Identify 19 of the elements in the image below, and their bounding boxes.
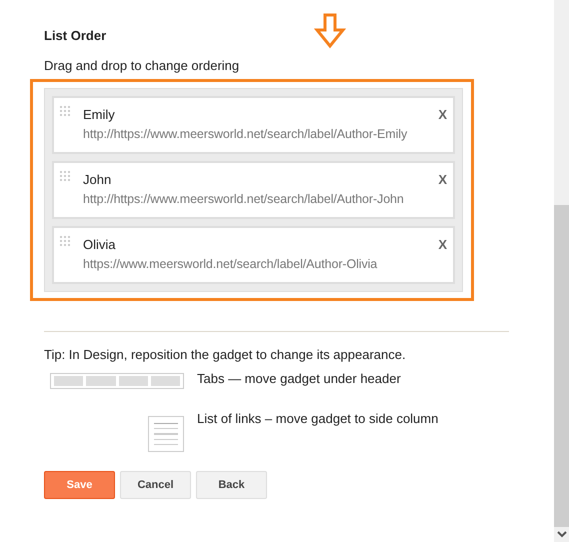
item-url: http://https://www.meersworld.net/search/label/Author-John [83, 192, 405, 206]
instruction-text: Drag and drop to change ordering [44, 58, 240, 74]
item-name: Olivia [83, 236, 116, 252]
remove-button[interactable]: X [438, 236, 447, 252]
remove-button[interactable]: X [438, 106, 447, 122]
tip-text: Tip: In Design, reposition the gadget to change its appearance. [44, 347, 407, 363]
item-name: John [83, 172, 112, 186]
item-url: http://https://www.meersworld.net/search/label/Author-Emily [83, 127, 408, 141]
action-button[interactable]: Back [196, 471, 267, 499]
list-item[interactable]: Emily X http://https://www.meersworld.net/search/label/Author-Emily [52, 96, 455, 154]
item-url: https://www.meersworld.net/search/label/Author-Olivia [83, 257, 378, 271]
section-heading: List Order [44, 28, 106, 43]
list-item[interactable]: Olivia X https://www.meersworld.net/search/label/Author-Olivia [52, 226, 455, 284]
action-button[interactable]: Cancel [120, 471, 191, 499]
layout-description: Tabs — move gadget under header [197, 371, 401, 386]
list-item[interactable]: John X http://https://www.meersworld.net/search/label/Author-John [52, 161, 455, 219]
remove-button[interactable]: X [438, 172, 447, 186]
item-name: Emily [83, 106, 115, 122]
layout-description: List of links – move gadget to side column [197, 411, 438, 426]
